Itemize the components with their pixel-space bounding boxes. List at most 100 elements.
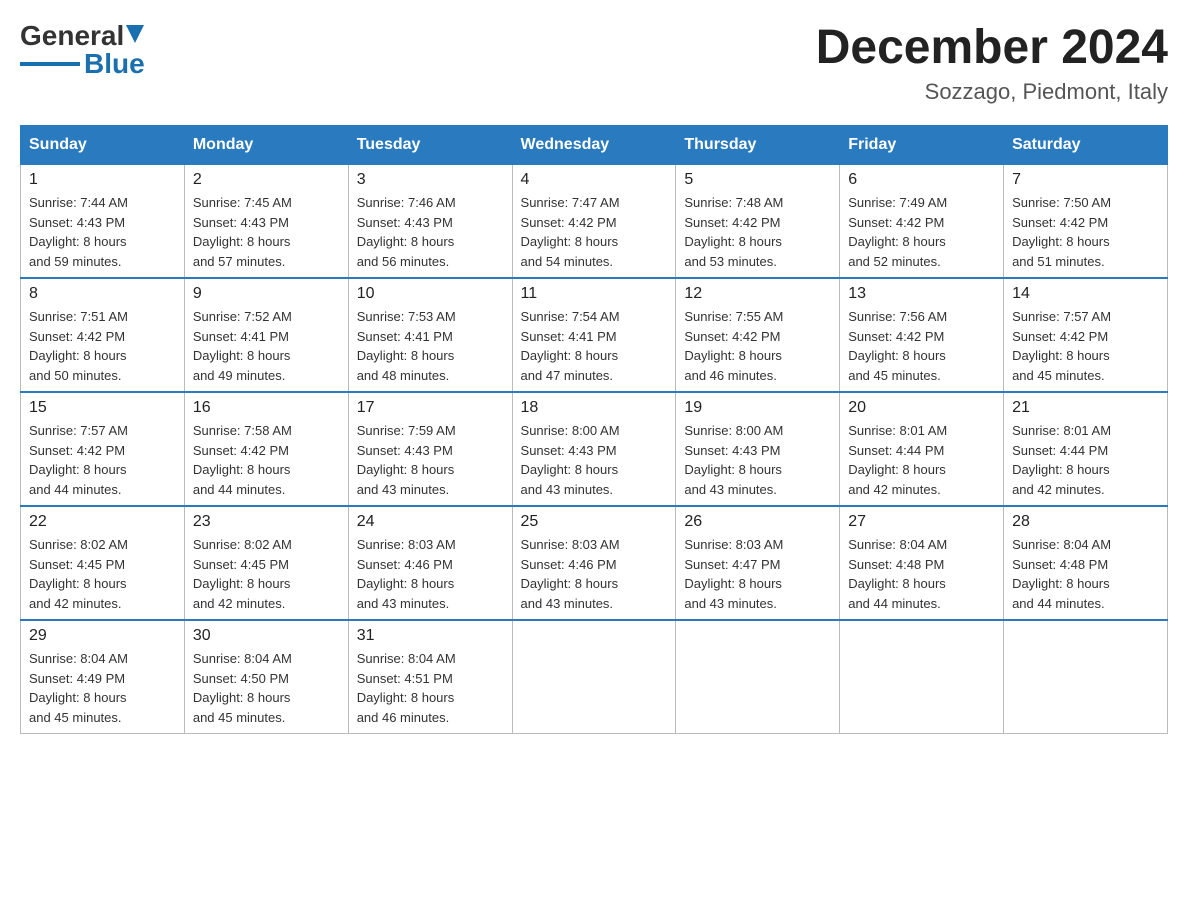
- day-info: Sunrise: 8:02 AM Sunset: 4:45 PM Dayligh…: [193, 535, 340, 613]
- table-row: 21 Sunrise: 8:01 AM Sunset: 4:44 PM Dayl…: [1004, 392, 1168, 506]
- calendar-week-row: 15 Sunrise: 7:57 AM Sunset: 4:42 PM Dayl…: [21, 392, 1168, 506]
- table-row: 27 Sunrise: 8:04 AM Sunset: 4:48 PM Dayl…: [840, 506, 1004, 620]
- day-info: Sunrise: 7:52 AM Sunset: 4:41 PM Dayligh…: [193, 307, 340, 385]
- col-wednesday: Wednesday: [512, 126, 676, 165]
- day-number: 14: [1012, 285, 1159, 303]
- table-row: 26 Sunrise: 8:03 AM Sunset: 4:47 PM Dayl…: [676, 506, 840, 620]
- location-subtitle: Sozzago, Piedmont, Italy: [816, 79, 1168, 105]
- day-info: Sunrise: 7:51 AM Sunset: 4:42 PM Dayligh…: [29, 307, 176, 385]
- table-row: [840, 620, 1004, 734]
- day-info: Sunrise: 7:47 AM Sunset: 4:42 PM Dayligh…: [521, 193, 668, 271]
- day-info: Sunrise: 8:01 AM Sunset: 4:44 PM Dayligh…: [848, 421, 995, 499]
- day-number: 30: [193, 627, 340, 645]
- table-row: 11 Sunrise: 7:54 AM Sunset: 4:41 PM Dayl…: [512, 278, 676, 392]
- day-number: 16: [193, 399, 340, 417]
- day-number: 19: [684, 399, 831, 417]
- day-number: 29: [29, 627, 176, 645]
- day-number: 9: [193, 285, 340, 303]
- day-info: Sunrise: 8:04 AM Sunset: 4:50 PM Dayligh…: [193, 649, 340, 727]
- day-number: 4: [521, 171, 668, 189]
- day-info: Sunrise: 8:02 AM Sunset: 4:45 PM Dayligh…: [29, 535, 176, 613]
- day-info: Sunrise: 7:59 AM Sunset: 4:43 PM Dayligh…: [357, 421, 504, 499]
- day-info: Sunrise: 7:44 AM Sunset: 4:43 PM Dayligh…: [29, 193, 176, 271]
- day-number: 28: [1012, 513, 1159, 531]
- table-row: 13 Sunrise: 7:56 AM Sunset: 4:42 PM Dayl…: [840, 278, 1004, 392]
- title-area: December 2024 Sozzago, Piedmont, Italy: [816, 20, 1168, 105]
- table-row: 29 Sunrise: 8:04 AM Sunset: 4:49 PM Dayl…: [21, 620, 185, 734]
- day-info: Sunrise: 8:04 AM Sunset: 4:48 PM Dayligh…: [1012, 535, 1159, 613]
- table-row: [512, 620, 676, 734]
- day-number: 31: [357, 627, 504, 645]
- month-year-title: December 2024: [816, 20, 1168, 75]
- day-info: Sunrise: 8:04 AM Sunset: 4:48 PM Dayligh…: [848, 535, 995, 613]
- day-info: Sunrise: 7:53 AM Sunset: 4:41 PM Dayligh…: [357, 307, 504, 385]
- day-info: Sunrise: 7:57 AM Sunset: 4:42 PM Dayligh…: [1012, 307, 1159, 385]
- logo-underline: [20, 62, 80, 66]
- table-row: [1004, 620, 1168, 734]
- day-number: 12: [684, 285, 831, 303]
- table-row: 24 Sunrise: 8:03 AM Sunset: 4:46 PM Dayl…: [348, 506, 512, 620]
- day-number: 2: [193, 171, 340, 189]
- col-monday: Monday: [184, 126, 348, 165]
- day-info: Sunrise: 8:00 AM Sunset: 4:43 PM Dayligh…: [684, 421, 831, 499]
- table-row: 3 Sunrise: 7:46 AM Sunset: 4:43 PM Dayli…: [348, 165, 512, 279]
- day-info: Sunrise: 7:50 AM Sunset: 4:42 PM Dayligh…: [1012, 193, 1159, 271]
- table-row: 28 Sunrise: 8:04 AM Sunset: 4:48 PM Dayl…: [1004, 506, 1168, 620]
- day-info: Sunrise: 8:00 AM Sunset: 4:43 PM Dayligh…: [521, 421, 668, 499]
- col-thursday: Thursday: [676, 126, 840, 165]
- table-row: 31 Sunrise: 8:04 AM Sunset: 4:51 PM Dayl…: [348, 620, 512, 734]
- table-row: 5 Sunrise: 7:48 AM Sunset: 4:42 PM Dayli…: [676, 165, 840, 279]
- day-info: Sunrise: 7:54 AM Sunset: 4:41 PM Dayligh…: [521, 307, 668, 385]
- day-number: 11: [521, 285, 668, 303]
- table-row: 1 Sunrise: 7:44 AM Sunset: 4:43 PM Dayli…: [21, 165, 185, 279]
- day-info: Sunrise: 7:56 AM Sunset: 4:42 PM Dayligh…: [848, 307, 995, 385]
- logo-triangle-icon: [126, 25, 144, 43]
- day-info: Sunrise: 7:49 AM Sunset: 4:42 PM Dayligh…: [848, 193, 995, 271]
- day-number: 24: [357, 513, 504, 531]
- table-row: 18 Sunrise: 8:00 AM Sunset: 4:43 PM Dayl…: [512, 392, 676, 506]
- col-saturday: Saturday: [1004, 126, 1168, 165]
- table-row: 7 Sunrise: 7:50 AM Sunset: 4:42 PM Dayli…: [1004, 165, 1168, 279]
- day-number: 8: [29, 285, 176, 303]
- col-tuesday: Tuesday: [348, 126, 512, 165]
- calendar-week-row: 8 Sunrise: 7:51 AM Sunset: 4:42 PM Dayli…: [21, 278, 1168, 392]
- day-number: 25: [521, 513, 668, 531]
- day-number: 5: [684, 171, 831, 189]
- day-number: 22: [29, 513, 176, 531]
- table-row: 6 Sunrise: 7:49 AM Sunset: 4:42 PM Dayli…: [840, 165, 1004, 279]
- calendar-week-row: 29 Sunrise: 8:04 AM Sunset: 4:49 PM Dayl…: [21, 620, 1168, 734]
- table-row: 12 Sunrise: 7:55 AM Sunset: 4:42 PM Dayl…: [676, 278, 840, 392]
- day-number: 13: [848, 285, 995, 303]
- table-row: 10 Sunrise: 7:53 AM Sunset: 4:41 PM Dayl…: [348, 278, 512, 392]
- table-row: 2 Sunrise: 7:45 AM Sunset: 4:43 PM Dayli…: [184, 165, 348, 279]
- table-row: [676, 620, 840, 734]
- day-number: 17: [357, 399, 504, 417]
- day-number: 15: [29, 399, 176, 417]
- day-number: 18: [521, 399, 668, 417]
- day-number: 23: [193, 513, 340, 531]
- logo: General Blue: [20, 20, 145, 80]
- table-row: 16 Sunrise: 7:58 AM Sunset: 4:42 PM Dayl…: [184, 392, 348, 506]
- logo-blue-text: Blue: [84, 48, 145, 80]
- calendar-week-row: 22 Sunrise: 8:02 AM Sunset: 4:45 PM Dayl…: [21, 506, 1168, 620]
- table-row: 23 Sunrise: 8:02 AM Sunset: 4:45 PM Dayl…: [184, 506, 348, 620]
- table-row: 30 Sunrise: 8:04 AM Sunset: 4:50 PM Dayl…: [184, 620, 348, 734]
- day-number: 27: [848, 513, 995, 531]
- table-row: 4 Sunrise: 7:47 AM Sunset: 4:42 PM Dayli…: [512, 165, 676, 279]
- calendar-header-row: Sunday Monday Tuesday Wednesday Thursday…: [21, 126, 1168, 165]
- day-info: Sunrise: 8:01 AM Sunset: 4:44 PM Dayligh…: [1012, 421, 1159, 499]
- day-number: 20: [848, 399, 995, 417]
- day-info: Sunrise: 8:03 AM Sunset: 4:47 PM Dayligh…: [684, 535, 831, 613]
- table-row: 22 Sunrise: 8:02 AM Sunset: 4:45 PM Dayl…: [21, 506, 185, 620]
- day-info: Sunrise: 7:45 AM Sunset: 4:43 PM Dayligh…: [193, 193, 340, 271]
- day-number: 1: [29, 171, 176, 189]
- day-info: Sunrise: 8:04 AM Sunset: 4:49 PM Dayligh…: [29, 649, 176, 727]
- day-info: Sunrise: 8:04 AM Sunset: 4:51 PM Dayligh…: [357, 649, 504, 727]
- table-row: 8 Sunrise: 7:51 AM Sunset: 4:42 PM Dayli…: [21, 278, 185, 392]
- calendar-table: Sunday Monday Tuesday Wednesday Thursday…: [20, 125, 1168, 734]
- table-row: 9 Sunrise: 7:52 AM Sunset: 4:41 PM Dayli…: [184, 278, 348, 392]
- table-row: 25 Sunrise: 8:03 AM Sunset: 4:46 PM Dayl…: [512, 506, 676, 620]
- day-number: 3: [357, 171, 504, 189]
- table-row: 17 Sunrise: 7:59 AM Sunset: 4:43 PM Dayl…: [348, 392, 512, 506]
- day-info: Sunrise: 7:48 AM Sunset: 4:42 PM Dayligh…: [684, 193, 831, 271]
